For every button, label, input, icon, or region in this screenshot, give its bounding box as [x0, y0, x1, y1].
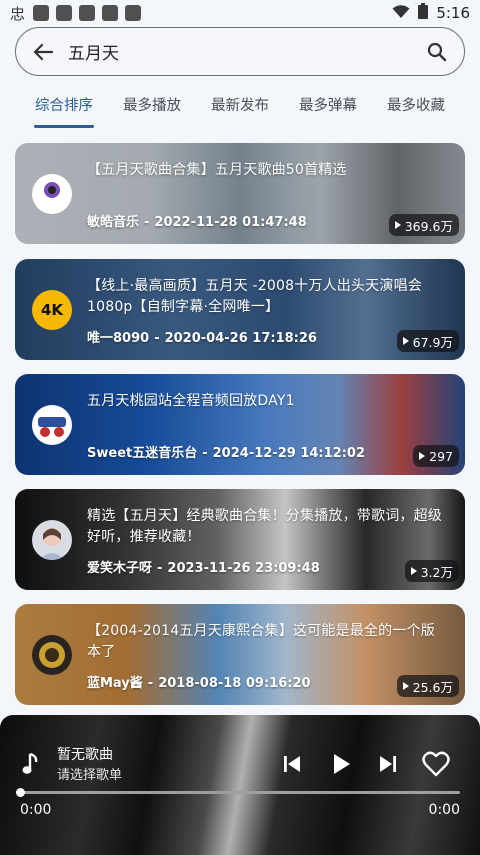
play-count: 67.9万 — [412, 334, 453, 350]
player-song-title: 暂无歌曲 — [57, 747, 113, 763]
tab-comprehensive[interactable]: 综合排序 — [34, 88, 94, 128]
skip-next-icon[interactable] — [373, 749, 403, 779]
play-count: 3.2万 — [420, 564, 453, 580]
notification-icon — [33, 5, 50, 21]
tab-most-danmaku[interactable]: 最多弹幕 — [299, 88, 357, 128]
notification-icon — [102, 5, 119, 21]
play-count-icon — [394, 221, 401, 229]
play-count-badge: 67.9万 — [396, 330, 459, 352]
avatar — [32, 174, 72, 214]
video-meta: 唯一8090-2020-04-26 17:18:26 — [87, 331, 317, 346]
skip-previous-icon[interactable] — [277, 749, 307, 779]
video-title: 【五月天歌曲合集】五月天歌曲50首精选 — [87, 162, 347, 178]
progress-slider[interactable] — [16, 788, 460, 797]
video-author: 爱笑木子呀 — [87, 561, 153, 576]
notification-icon — [56, 5, 73, 21]
tab-most-played[interactable]: 最多播放 — [123, 88, 181, 128]
time-total: 0:00 — [428, 802, 460, 818]
play-count: 25.6万 — [412, 679, 453, 695]
tab-most-favorited[interactable]: 最多收藏 — [387, 88, 445, 128]
search-icon[interactable] — [424, 39, 450, 65]
video-meta: Sweet五迷音乐台 -2024-12-29 14:12:02 — [87, 446, 365, 461]
video-title: 【线上·最高画质】五月天 -2008十万人出头天演唱会1080p【自制字幕·全网… — [87, 278, 422, 315]
video-author: 唯一8090 — [87, 331, 150, 346]
status-notification-icons — [33, 5, 142, 21]
play-count-badge: 3.2万 — [404, 560, 459, 582]
video-date: 2018-08-18 09:16:20 — [158, 676, 311, 691]
battery-icon — [418, 3, 429, 23]
video-author: 蓝May酱 — [87, 676, 143, 691]
status-time: 5:16 — [436, 4, 470, 22]
avatar: 4K — [32, 290, 72, 330]
video-card[interactable]: 【2004-2014五月天康熙合集】这可能是最全的一个版本了 蓝May酱 -201… — [15, 604, 465, 705]
video-title: 【2004-2014五月天康熙合集】这可能是最全的一个版本了 — [87, 623, 435, 660]
progress-thumb[interactable] — [16, 788, 25, 797]
play-icon[interactable] — [326, 749, 356, 779]
video-card[interactable]: 4K 【线上·最高画质】五月天 -2008十万人出头天演唱会1080p【自制字幕… — [15, 259, 465, 360]
search-bar — [15, 27, 465, 76]
mini-player: 暂无歌曲 请选择歌单 0:00 0:00 — [0, 715, 480, 855]
video-date: 2022-11-28 01:47:48 — [154, 215, 307, 230]
time-current: 0:00 — [20, 802, 52, 818]
video-meta: 爱笑木子呀 -2023-11-26 23:09:48 — [87, 561, 320, 576]
play-count-icon — [402, 682, 409, 690]
video-date: 2020-04-26 17:18:26 — [164, 331, 317, 346]
video-meta: 敏皓音乐 -2022-11-28 01:47:48 — [87, 215, 307, 230]
video-title: 精选【五月天】经典歌曲合集！分集播放，带歌词，超级好听，推荐收藏！ — [87, 508, 442, 545]
play-count-icon — [419, 452, 426, 460]
play-count-badge: 369.6万 — [388, 214, 459, 236]
avatar — [32, 635, 72, 675]
search-input[interactable] — [68, 31, 424, 72]
play-count: 369.6万 — [404, 218, 453, 234]
video-author: 敏皓音乐 — [87, 215, 140, 230]
avatar — [32, 520, 72, 560]
video-meta: 蓝May酱 -2018-08-18 09:16:20 — [87, 676, 311, 691]
video-date: 2024-12-29 14:12:02 — [212, 446, 365, 461]
player-song-subtitle: 请选择歌单 — [57, 768, 123, 783]
play-count-badge: 297 — [413, 445, 459, 467]
heart-icon[interactable] — [421, 749, 451, 779]
video-date: 2023-11-26 23:09:48 — [167, 561, 320, 576]
sort-tabs: 综合排序 最多播放 最新发布 最多弹幕 最多收藏 — [15, 88, 465, 128]
tab-latest[interactable]: 最新发布 — [211, 88, 269, 128]
video-title: 五月天桃园站全程音频回放DAY1 — [87, 393, 295, 409]
play-count-icon — [410, 567, 417, 575]
play-count: 297 — [429, 448, 453, 464]
notification-icon — [79, 5, 96, 21]
notification-icon — [125, 5, 142, 21]
video-author: Sweet五迷音乐台 — [87, 446, 198, 461]
music-note-icon — [20, 751, 44, 777]
video-card[interactable]: 【五月天歌曲合集】五月天歌曲50首精选 敏皓音乐 -2022-11-28 01:4… — [15, 143, 465, 244]
avatar — [32, 405, 72, 445]
status-app-icon: 忠 — [10, 4, 26, 23]
video-card[interactable]: 五月天桃园站全程音频回放DAY1 Sweet五迷音乐台 -2024-12-29 1… — [15, 374, 465, 475]
status-bar: 忠 5:16 — [0, 0, 480, 26]
video-card[interactable]: 精选【五月天】经典歌曲合集！分集播放，带歌词，超级好听，推荐收藏！ 爱笑木子呀 -… — [15, 489, 465, 590]
play-count-badge: 25.6万 — [396, 675, 459, 697]
back-arrow-icon[interactable] — [30, 39, 56, 65]
wifi-icon — [392, 4, 410, 23]
play-count-icon — [402, 337, 409, 345]
